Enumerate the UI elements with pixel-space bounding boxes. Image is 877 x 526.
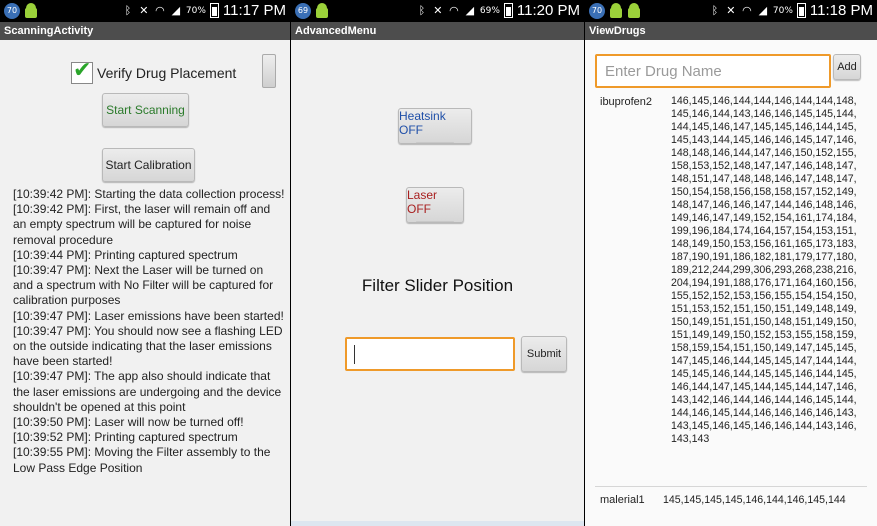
wifi-icon: ◠ xyxy=(449,3,459,17)
notification-badge: 70 xyxy=(589,3,605,19)
laser-label: Laser OFF xyxy=(407,188,438,216)
log-entry: [10:39:42 PM]: Starting the data collect… xyxy=(13,187,285,201)
drug-name[interactable]: malerial1 xyxy=(600,494,645,506)
toggle-indicator xyxy=(416,142,454,143)
bluetooth-icon: ᛒ xyxy=(418,3,426,17)
mute-icon: ✕ xyxy=(726,3,736,17)
text-cursor xyxy=(354,345,355,364)
laser-toggle-button[interactable]: Laser OFF xyxy=(406,187,464,223)
clock: 11:18 PM xyxy=(809,2,873,19)
battery-icon xyxy=(503,3,513,18)
bottom-edge xyxy=(291,521,584,526)
log-entry: [10:39:47 PM]: Laser emissions have been… xyxy=(13,308,284,323)
android-icon xyxy=(24,3,38,19)
submit-button[interactable]: Submit xyxy=(521,336,567,372)
notification-badge: 69 xyxy=(295,3,311,19)
log-entry: [10:39:47 PM]: Next the Laser will be tu… xyxy=(13,263,274,308)
log-entry: [10:39:55 PM]: Moving the Filter assembl… xyxy=(13,445,271,475)
android-icon xyxy=(315,3,329,19)
log-entry: [10:39:44 PM]: Printing captured spectru… xyxy=(13,247,238,262)
start-calibration-button[interactable]: Start Calibration xyxy=(102,148,195,182)
activity-title: ScanningActivity xyxy=(0,22,290,40)
activity-title: ViewDrugs xyxy=(585,22,877,40)
mute-icon: ✕ xyxy=(433,3,443,17)
filter-slider-label: Filter Slider Position xyxy=(361,276,514,295)
status-bar: 69 ᛒ ✕ ◠ ◢ 69% 11:20 PM xyxy=(291,0,584,22)
image-icon xyxy=(609,3,623,19)
verify-drug-checkbox[interactable]: ✔ xyxy=(71,58,93,84)
battery-percent: 70% xyxy=(185,5,206,16)
activity-title: AdvancedMenu xyxy=(291,22,584,40)
notification-badge: 70 xyxy=(4,3,20,19)
battery-percent: 69% xyxy=(479,5,500,16)
status-bar: 70 ᛒ ✕ ◠ ◢ 70% 11:18 PM xyxy=(585,0,877,22)
scanning-activity-screen: 70 ᛒ ✕ ◠ ◢ 70% 11:17 PM ScanningActivity… xyxy=(0,0,290,526)
scan-log: [10:39:42 PM]: Starting the data collect… xyxy=(13,187,285,476)
log-entry: [10:39:47 PM]: You should now see a flas… xyxy=(13,323,283,369)
list-divider xyxy=(595,486,867,487)
bluetooth-icon: ᛒ xyxy=(711,3,719,17)
verify-drug-label[interactable]: Verify Drug Placement xyxy=(97,65,236,81)
start-scanning-button[interactable]: Start Scanning xyxy=(102,93,189,127)
battery-icon xyxy=(796,3,806,18)
drug-spectrum-values: 146,145,146,144,144,146,144,144,148,145,… xyxy=(671,95,857,445)
signal-icon: ◢ xyxy=(465,3,475,17)
add-drug-button[interactable]: Add xyxy=(833,54,861,80)
signal-icon: ◢ xyxy=(171,3,181,17)
log-entry: [10:39:42 PM]: First, the laser will rem… xyxy=(13,202,271,247)
log-entry: [10:39:50 PM]: Laser will now be turned … xyxy=(13,415,244,430)
mute-icon: ✕ xyxy=(139,3,149,17)
status-bar: 70 ᛒ ✕ ◠ ◢ 70% 11:17 PM xyxy=(0,0,290,22)
advanced-menu-screen: 69 ᛒ ✕ ◠ ◢ 69% 11:20 PM AdvancedMenu Hea… xyxy=(291,0,584,526)
signal-icon: ◢ xyxy=(758,3,768,17)
android-icon xyxy=(627,3,641,19)
scrollbar-thumb[interactable] xyxy=(262,54,276,88)
log-entry: [10:39:52 PM]: Printing captured spectru… xyxy=(13,430,238,445)
filter-position-input[interactable] xyxy=(345,337,515,371)
clock: 11:20 PM xyxy=(516,2,580,19)
battery-percent: 70% xyxy=(772,5,793,16)
bluetooth-icon: ᛒ xyxy=(124,3,132,17)
drug-spectrum-values: 145,145,145,145,146,144,146,145,144 xyxy=(663,494,846,506)
battery-icon xyxy=(209,3,219,18)
drug-name-input[interactable]: Enter Drug Name xyxy=(595,54,831,88)
log-entry: [10:39:47 PM]: The app also should indic… xyxy=(13,369,282,414)
clock: 11:17 PM xyxy=(222,2,286,19)
checkmark-icon: ✔ xyxy=(73,58,92,83)
drug-name[interactable]: ibuprofen2 xyxy=(600,96,652,108)
wifi-icon: ◠ xyxy=(155,3,165,17)
wifi-icon: ◠ xyxy=(742,3,752,17)
view-drugs-screen: 70 ᛒ ✕ ◠ ◢ 70% 11:18 PM ViewDrugs Enter … xyxy=(585,0,877,526)
toggle-indicator xyxy=(416,221,454,222)
heatsink-label: Heatsink OFF xyxy=(399,109,446,137)
heatsink-toggle-button[interactable]: Heatsink OFF xyxy=(398,108,472,144)
